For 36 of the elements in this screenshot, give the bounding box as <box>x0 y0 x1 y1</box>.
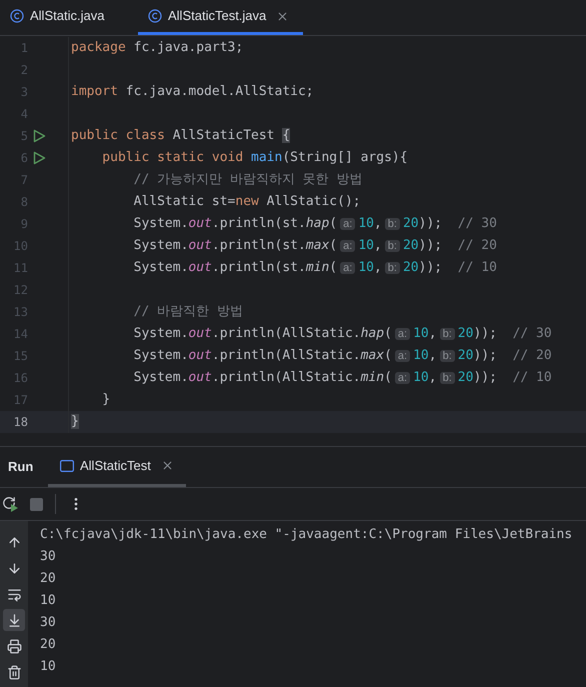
stop-icon[interactable] <box>30 498 43 510</box>
code-line: // 가능하지만 바람직하지 못한 방법 <box>132 171 363 190</box>
scroll-to-end-icon[interactable] <box>3 609 25 631</box>
code-line: System.out.println(AllStatic.min( a: 10, b: 20)); // 10 <box>132 369 552 388</box>
line-number: 18 <box>12 414 28 431</box>
console-line: 20 <box>40 636 57 654</box>
run-icon[interactable] <box>32 151 46 165</box>
panel-title: Run <box>7 458 34 476</box>
run-icon[interactable] <box>32 129 46 143</box>
class-icon <box>10 9 24 23</box>
code-line: AllStatic st=new AllStatic(); <box>132 193 361 212</box>
console-line: 10 <box>40 658 57 676</box>
code-line: package fc.java.part3; <box>70 39 244 58</box>
code-line: System.out.println(st.max( a: 10, b: 20)); // 20 <box>132 237 497 256</box>
rerun-icon[interactable] <box>2 496 18 512</box>
code-line: System.out.println(AllStatic.hap( a: 10, b: 20)); // 30 <box>132 325 552 344</box>
console-line: 30 <box>40 614 57 632</box>
editor-tab[interactable]: AllStatic.java <box>0 0 138 35</box>
console-line: 30 <box>40 548 57 566</box>
console-line: 10 <box>40 592 57 610</box>
console-line: C:\fcjava\jdk-11\bin\java.exe "-javaagent:C:\Program Files\JetBrains <box>40 526 572 544</box>
code-line: System.out.println(st.hap( a: 10, b: 20)); // 30 <box>132 215 497 234</box>
code-line: // 바람직한 방법 <box>132 303 243 322</box>
close-icon[interactable] <box>276 10 290 22</box>
editor-tab[interactable]: AllStaticTest.java <box>138 0 304 35</box>
code-line: public class AllStaticTest { <box>70 127 290 146</box>
code-line: import fc.java.model.AllStatic; <box>70 83 314 102</box>
close-icon[interactable] <box>160 459 174 472</box>
code-line: } <box>101 391 110 410</box>
console-line: 20 <box>40 570 57 588</box>
class-icon <box>148 9 162 23</box>
run-tab[interactable]: AllStaticTest <box>48 447 186 487</box>
console-icon <box>60 460 74 472</box>
code-line: System.out.println(st.min( a: 10, b: 20)); // 10 <box>132 259 497 278</box>
code-line: public static void main(String[] args){ <box>101 149 408 168</box>
code-line: System.out.println(AllStatic.max( a: 10, b: 20)); // 20 <box>132 347 552 366</box>
